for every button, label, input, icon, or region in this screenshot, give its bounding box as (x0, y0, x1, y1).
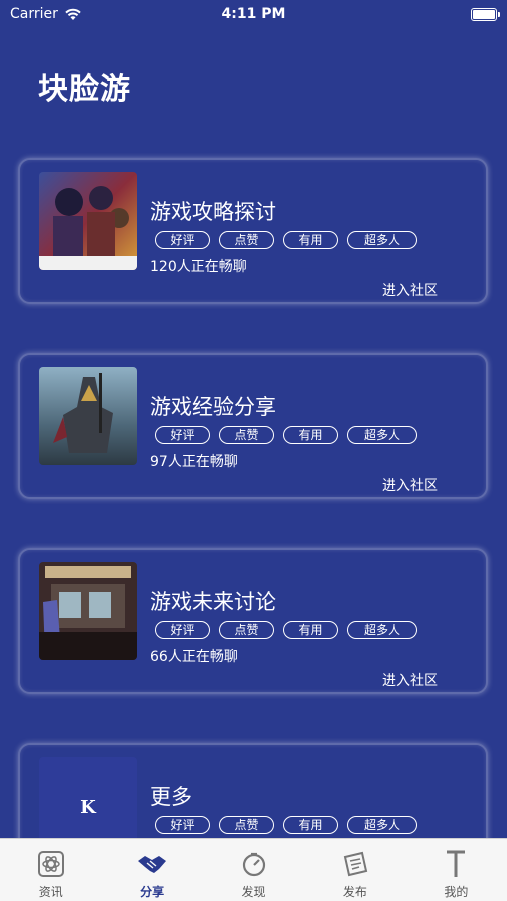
tab-share[interactable]: 分享 (101, 839, 202, 901)
tab-news[interactable]: 资讯 (0, 839, 101, 901)
card-title: 游戏攻略探讨 (150, 200, 276, 224)
card-title: 更多 (150, 785, 192, 809)
status-time: 4:11 PM (221, 6, 286, 22)
tab-label: 资讯 (38, 885, 63, 899)
tab-bar: 资讯 分享 发现 发布 我的 (0, 838, 507, 901)
community-card[interactable]: 游戏经验分享 好评 点赞 有用 超多人 97人正在畅聊 进入社区 (18, 353, 488, 499)
online-count: 97人正在畅聊 (150, 454, 238, 470)
community-card[interactable]: 游戏未来讨论 好评 点赞 有用 超多人 66人正在畅聊 进入社区 (18, 548, 488, 694)
tag-good-review: 好评 (155, 816, 210, 834)
room-game-art-thumbnail (39, 562, 137, 660)
tag-good-review: 好评 (155, 231, 210, 249)
tag-list: 好评 点赞 有用 超多人 (155, 621, 417, 639)
handshake-icon (138, 856, 167, 873)
tag-list: 好评 点赞 有用 超多人 (155, 231, 417, 249)
tag-useful: 有用 (283, 816, 338, 834)
discover-icon (242, 852, 265, 877)
online-count: 66人正在畅聊 (150, 649, 238, 665)
tag-good-review: 好评 (155, 621, 210, 639)
community-card[interactable]: 游戏攻略探讨 好评 点赞 有用 超多人 120人正在畅聊 进入社区 (18, 158, 488, 304)
svg-text:K: K (80, 797, 97, 818)
status-bar: Carrier 4:11 PM (0, 0, 507, 28)
news-icon (37, 851, 64, 877)
tab-discover[interactable]: 发现 (203, 839, 304, 901)
tab-label: 分享 (140, 885, 165, 899)
tab-label: 发布 (342, 885, 367, 899)
profile-icon (447, 850, 466, 877)
kof-game-art-thumbnail (39, 172, 137, 270)
battery-icon (471, 8, 500, 21)
enter-community-link[interactable]: 进入社区 (382, 670, 438, 690)
card-title: 游戏未来讨论 (150, 590, 276, 614)
tag-useful: 有用 (283, 621, 338, 639)
tag-many-people: 超多人 (347, 816, 417, 834)
tag-like: 点赞 (219, 231, 274, 249)
tag-many-people: 超多人 (347, 231, 417, 249)
tab-label: 发现 (241, 885, 266, 899)
card-title: 游戏经验分享 (150, 395, 276, 419)
tag-list: 好评 点赞 有用 超多人 (155, 816, 417, 834)
tab-profile[interactable]: 我的 (406, 839, 507, 901)
enter-community-link[interactable]: 进入社区 (382, 280, 438, 300)
page-title: 块脸游 (38, 72, 131, 107)
tag-list: 好评 点赞 有用 超多人 (155, 426, 417, 444)
publish-icon (343, 851, 368, 877)
tag-useful: 有用 (283, 426, 338, 444)
tag-like: 点赞 (219, 621, 274, 639)
tag-like: 点赞 (219, 816, 274, 834)
tab-publish[interactable]: 发布 (304, 839, 405, 901)
enter-community-link[interactable]: 进入社区 (382, 475, 438, 495)
online-count: 120人正在畅聊 (150, 259, 247, 275)
tab-label: 我的 (444, 885, 469, 899)
tag-many-people: 超多人 (347, 426, 417, 444)
tag-useful: 有用 (283, 231, 338, 249)
tag-many-people: 超多人 (347, 621, 417, 639)
warrior-game-art-thumbnail (39, 367, 137, 465)
tag-like: 点赞 (219, 426, 274, 444)
tag-good-review: 好评 (155, 426, 210, 444)
